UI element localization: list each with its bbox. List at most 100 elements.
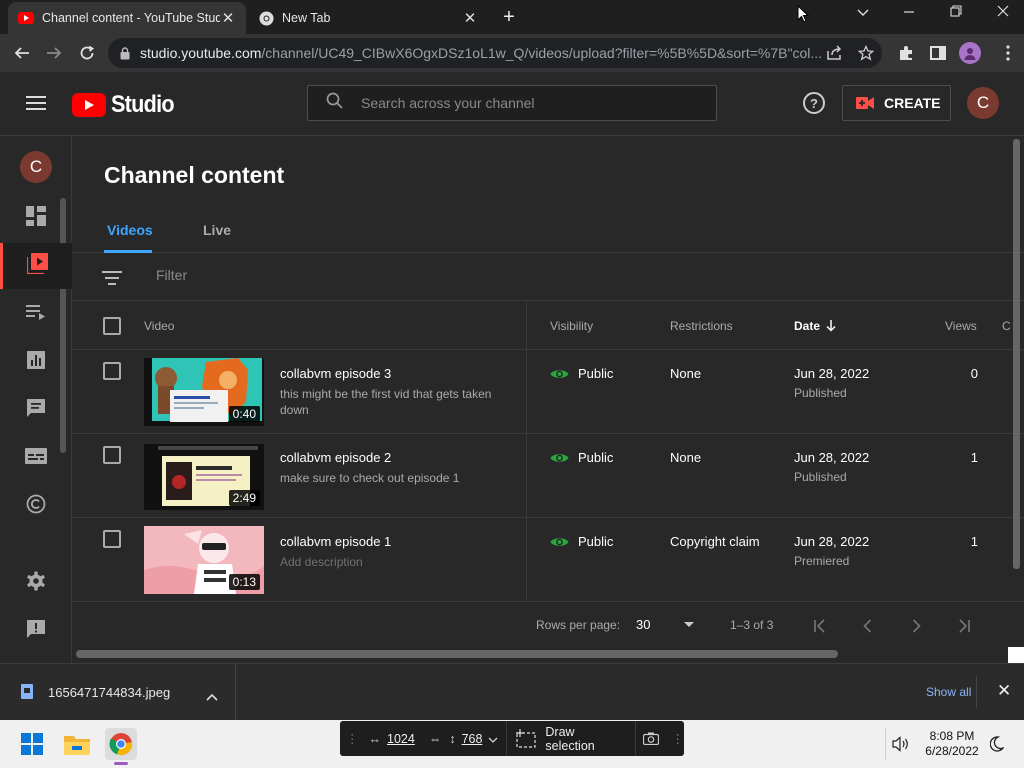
channel-avatar[interactable]: C	[20, 151, 52, 183]
tab-close-icon[interactable]: ✕	[220, 9, 236, 27]
sort-down-arrow-icon	[826, 320, 836, 332]
filter-input[interactable]	[156, 267, 456, 283]
video-title[interactable]: collabvm episode 2	[280, 450, 391, 465]
close-window-icon[interactable]	[988, 4, 1018, 20]
url-host: studio.youtube.com	[140, 45, 262, 61]
video-publish-status: Premiered	[794, 554, 850, 568]
link-dimensions-icon[interactable]: ⇔	[429, 732, 442, 746]
download-item[interactable]: 1656471744834.jpeg	[0, 664, 236, 720]
video-duration: 2:49	[228, 490, 260, 506]
file-explorer-icon[interactable]	[61, 728, 93, 760]
volume-icon[interactable]	[892, 736, 910, 757]
focus-assist-moon-icon[interactable]	[989, 736, 1005, 757]
nav-send-feedback[interactable]	[0, 608, 72, 654]
add-description-placeholder[interactable]: Add description	[280, 554, 520, 570]
chevron-up-icon[interactable]	[206, 688, 218, 706]
restore-icon[interactable]	[941, 4, 971, 20]
tab-search-chevron-icon[interactable]	[848, 4, 878, 20]
visibility-label: Public	[578, 366, 614, 381]
chrome-taskbar-icon[interactable]	[105, 728, 137, 760]
previous-page-icon[interactable]	[856, 614, 880, 638]
studio-left-nav: C	[0, 136, 72, 663]
address-bar[interactable]: studio.youtube.com/channel/UC49_CIBwX6Og…	[108, 38, 882, 68]
system-clock[interactable]: 8:08 PM 6/28/2022	[920, 729, 984, 759]
restrictions-value[interactable]: Copyright claim	[670, 534, 760, 549]
capture-width-value[interactable]: 1024	[387, 732, 415, 746]
rows-dropdown-caret-icon[interactable]	[684, 622, 694, 627]
rows-per-page-value[interactable]: 30	[636, 617, 650, 632]
table-row[interactable]: 2:49 collabvm episode 2 make sure to che…	[72, 434, 1024, 518]
minimize-icon[interactable]	[894, 4, 924, 20]
nav-settings[interactable]	[0, 560, 72, 606]
studio-header: Studio ? CREATE C	[0, 72, 1024, 136]
downloads-divider	[976, 676, 977, 708]
row-checkbox[interactable]	[103, 362, 121, 380]
browser-menu-icon[interactable]	[997, 42, 1019, 64]
video-title[interactable]: collabvm episode 3	[280, 366, 391, 381]
video-thumbnail[interactable]: 0:40	[144, 358, 264, 426]
clock-date: 6/28/2022	[925, 744, 979, 758]
nav-playlists[interactable]	[0, 291, 72, 337]
nav-dashboard[interactable]	[0, 195, 72, 241]
side-panel-icon[interactable]	[927, 42, 949, 64]
windows-start-icon[interactable]	[16, 728, 48, 760]
search-input[interactable]	[361, 95, 691, 111]
dimension-dropdown-icon[interactable]	[488, 732, 498, 746]
extensions-puzzle-icon[interactable]	[895, 42, 917, 64]
draw-selection-button[interactable]: Draw selection	[545, 725, 626, 753]
camera-icon[interactable]	[643, 732, 660, 745]
nav-copyright[interactable]	[0, 483, 72, 529]
channel-search[interactable]	[307, 85, 717, 121]
row-checkbox[interactable]	[103, 446, 121, 464]
video-publish-status: Published	[794, 386, 847, 400]
tab-live[interactable]: Live	[203, 222, 231, 238]
column-date-sort[interactable]: Date	[794, 319, 836, 333]
first-page-icon[interactable]	[808, 614, 832, 638]
row-checkbox[interactable]	[103, 530, 121, 548]
nav-content[interactable]	[0, 243, 72, 289]
visibility-status[interactable]: Public	[550, 450, 613, 465]
nav-subtitles[interactable]	[0, 435, 72, 481]
forward-arrow-icon[interactable]	[42, 41, 66, 65]
capture-height-value[interactable]: 768	[462, 732, 483, 746]
drag-handle-icon[interactable]: ⋮	[671, 731, 684, 746]
share-icon[interactable]	[826, 45, 842, 61]
horizontal-scrollbar[interactable]	[76, 650, 838, 658]
drag-handle-icon[interactable]: ⋮	[346, 731, 359, 746]
video-thumbnail[interactable]: 2:49	[144, 442, 264, 510]
tab-title: New Tab	[282, 11, 331, 25]
hamburger-menu-icon[interactable]	[26, 96, 46, 114]
help-icon[interactable]: ?	[803, 92, 825, 114]
new-tab-plus-icon[interactable]: +	[498, 6, 520, 29]
show-all-link[interactable]: Show all	[926, 685, 971, 699]
close-downloads-icon[interactable]: ✕	[997, 681, 1011, 701]
nav-analytics[interactable]	[0, 339, 72, 385]
browser-tab-strip: Channel content - YouTube Studio ✕ New T…	[0, 0, 1024, 34]
vertical-scrollbar[interactable]	[1013, 139, 1020, 569]
table-row[interactable]: 0:40 collabvm episode 3 this might be th…	[72, 350, 1024, 434]
reload-icon[interactable]	[75, 41, 99, 65]
tab-close-icon[interactable]: ✕	[462, 9, 478, 27]
back-arrow-icon[interactable]	[10, 41, 34, 65]
restrictions-value: None	[670, 366, 702, 381]
visibility-status[interactable]: Public	[550, 534, 613, 549]
table-header: Video Visibility Restrictions Date Views…	[72, 302, 1024, 350]
table-row[interactable]: 0:13 collabvm episode 1 Add description …	[72, 518, 1024, 602]
account-avatar[interactable]: C	[967, 87, 999, 119]
create-button[interactable]: CREATE	[842, 85, 951, 121]
select-all-checkbox[interactable]	[103, 317, 121, 335]
last-page-icon[interactable]	[952, 614, 976, 638]
video-title[interactable]: collabvm episode 1	[280, 534, 391, 549]
bookmark-star-icon[interactable]	[858, 45, 874, 61]
profile-icon[interactable]	[959, 42, 981, 64]
next-page-icon[interactable]	[904, 614, 928, 638]
youtube-studio-logo[interactable]: Studio	[72, 91, 181, 119]
filter-icon[interactable]	[102, 271, 122, 289]
comments-icon	[26, 398, 46, 423]
tab-youtube-studio[interactable]: Channel content - YouTube Studio ✕	[8, 2, 246, 34]
tab-new-tab[interactable]: New Tab ✕	[248, 2, 488, 34]
tab-videos[interactable]: Videos	[107, 222, 153, 238]
nav-comments[interactable]	[0, 387, 72, 433]
video-thumbnail[interactable]: 0:13	[144, 526, 264, 594]
visibility-status[interactable]: Public	[550, 366, 613, 381]
